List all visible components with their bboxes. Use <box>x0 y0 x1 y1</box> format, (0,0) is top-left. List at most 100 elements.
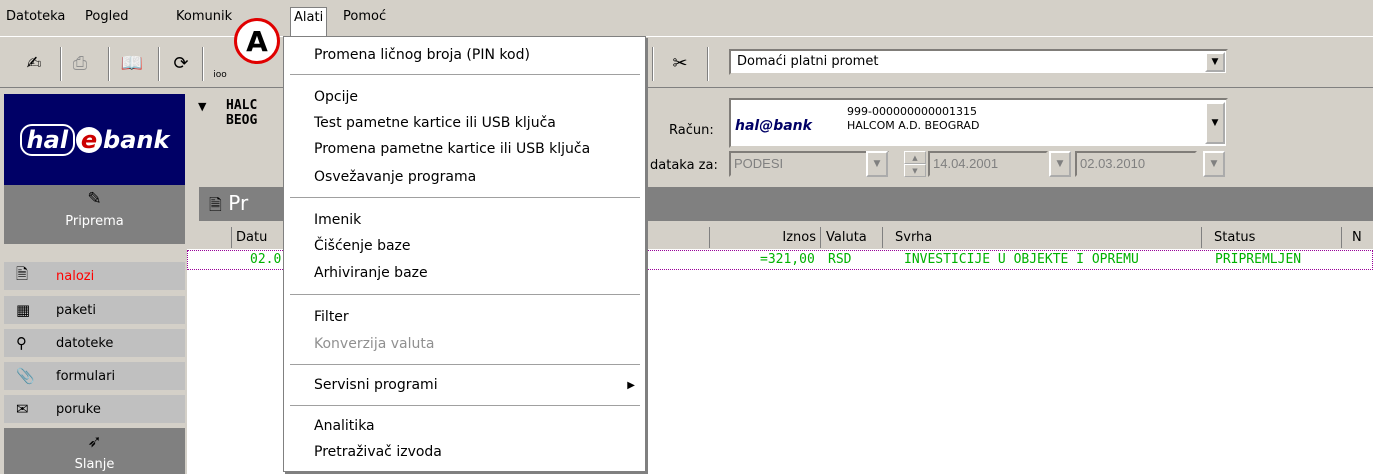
row-purpose: INVESTICIJE U OBJEKTE I OPREMU <box>904 252 1139 267</box>
search-icon: ⚲ <box>16 334 27 352</box>
organization-line1: HALC <box>226 98 258 113</box>
sidebar-item-label: nalozi <box>56 268 95 284</box>
sidebar-item-nalozi[interactable]: 🗎 nalozi <box>4 262 185 290</box>
sidebar-item-paketi[interactable]: ▦ paketi <box>4 296 185 324</box>
date-from-value: 14.04.2001 <box>933 156 999 171</box>
date-to-value: 02.03.2010 <box>1080 156 1146 171</box>
menu-item-analytics[interactable]: Analitika <box>314 418 375 434</box>
row-status: PRIPREMLJEN <box>1215 252 1302 267</box>
column-header-n[interactable]: N <box>1342 227 1373 248</box>
menu-separator <box>290 294 640 295</box>
submenu-arrow-icon: ▶ <box>627 380 635 391</box>
menu-item-currency-conversion: Konverzija valuta <box>314 336 435 352</box>
menu-separator <box>290 405 640 406</box>
menu-pomoc[interactable]: Pomoć <box>343 9 386 24</box>
column-header-empty[interactable] <box>191 227 232 248</box>
date-from-field[interactable]: 14.04.2001 <box>928 151 1048 177</box>
toolbar-separator <box>158 47 160 81</box>
menu-item-refresh-program[interactable]: Osvežavanje programa <box>314 169 476 185</box>
payment-type-value: Domaći platni promet <box>737 54 879 69</box>
toolbar-label-ioo[interactable]: ioo <box>206 59 234 91</box>
menu-item-directory[interactable]: Imenik <box>314 212 361 228</box>
account-select[interactable]: hal@bank 999-000000000001315 HALCOM A.D.… <box>729 98 1228 148</box>
sidebar-item-label: formulari <box>56 368 116 384</box>
menu-pogled[interactable]: Pogled <box>85 9 128 24</box>
menu-alati[interactable]: Alati <box>290 7 328 36</box>
logo-e: e <box>76 126 103 153</box>
halcom-logo: hal e bank <box>4 94 185 185</box>
menu-item-service-programs[interactable]: Servisni programi <box>314 377 438 393</box>
chevron-down-icon[interactable]: ▼ <box>1049 151 1071 177</box>
sidebar-section-label: Slanje <box>74 457 115 472</box>
menu-item-archive-db[interactable]: Arhiviranje baze <box>314 265 428 281</box>
column-header-purpose[interactable]: Svrha <box>883 227 1202 248</box>
chevron-down-icon[interactable]: ▼ <box>1205 102 1225 144</box>
sidebar-item-label: poruke <box>56 401 101 417</box>
chevron-down-icon[interactable]: ▼ <box>866 151 888 177</box>
sidebar-item-datoteke[interactable]: ⚲ datoteke <box>4 329 185 357</box>
organization-line2: BEOG <box>226 113 258 128</box>
account-label: Račun: <box>669 123 714 138</box>
sidebar-item-poruke[interactable]: ✉ poruke <box>4 395 185 423</box>
menu-komunikacija[interactable]: Komunik <box>176 9 232 24</box>
section-title-text: Pr <box>228 191 249 215</box>
menu-separator <box>290 364 640 365</box>
menu-datoteka[interactable]: Datoteka <box>6 9 65 24</box>
book-icon[interactable]: 📖 <box>118 47 146 79</box>
tools-icon[interactable]: ✂ <box>666 47 694 79</box>
organization-name: HALC BEOG <box>226 98 257 128</box>
menu-item-change-pin[interactable]: Promena ličnog broja (PIN kod) <box>314 47 530 63</box>
sidebar-section-priprema[interactable]: ✎ Priprema <box>4 185 185 244</box>
document-icon: 🗎 <box>16 264 29 283</box>
menu-item-change-card[interactable]: Promena pametne kartice ili USB ključa <box>314 141 590 157</box>
period-value: PODESI <box>734 156 784 171</box>
sidebar-section-slanje[interactable]: ➶ Slanje <box>4 428 185 474</box>
account-name: HALCOM A.D. BEOGRAD <box>847 119 980 132</box>
column-header-currency[interactable]: Valuta <box>821 227 883 248</box>
sign-icon[interactable]: ✍ <box>20 47 48 79</box>
chevron-down-icon[interactable]: ▼ <box>1205 52 1225 72</box>
print-icon[interactable]: ⎙ <box>66 47 94 79</box>
toolbar-separator <box>652 47 654 81</box>
toolbar-separator <box>202 47 204 81</box>
payment-type-select[interactable]: Domaći platni promet ▼ <box>729 49 1228 75</box>
spin-down-icon[interactable]: ▼ <box>904 164 926 177</box>
package-icon: ▦ <box>16 301 31 319</box>
toolbar-separator <box>60 47 62 81</box>
date-to-field[interactable]: 02.03.2010 <box>1075 151 1197 177</box>
section-title: 🗎 Pr <box>209 191 248 221</box>
period-select[interactable]: PODESI <box>729 151 889 177</box>
refresh-icon[interactable]: ⟳ <box>167 47 195 79</box>
tools-dropdown-menu: Promena ličnog broja (PIN kod) Opcije Te… <box>283 36 646 472</box>
menu-item-test-card[interactable]: Test pametne kartice ili USB ključa <box>314 115 556 131</box>
menu-item-statement-search[interactable]: Pretraživač izvoda <box>314 444 442 460</box>
paperclip-icon: 📎 <box>16 367 35 385</box>
send-icon: ➶ <box>87 432 102 452</box>
sidebar-item-label: paketi <box>56 302 96 318</box>
sidebar: hal e bank ✎ Priprema 🗎 nalozi ▦ paketi ⚲ … <box>4 94 185 474</box>
account-bank-logo: hal@bank <box>735 118 812 134</box>
document-icon: 🗎 <box>209 195 222 214</box>
column-header-amount[interactable]: Iznos <box>710 227 821 248</box>
account-number: 999-000000000001315 <box>847 105 977 118</box>
logo-hal: hal <box>19 123 76 156</box>
row-date: 02.0 <box>250 252 282 267</box>
menu-bar: Datoteka Pogled Komunik Alati Pomoć <box>0 0 1373 36</box>
sidebar-section-label: Priprema <box>65 214 124 229</box>
spin-up-icon[interactable]: ▲ <box>904 151 926 164</box>
toolbar-separator <box>707 47 709 81</box>
period-label: dataka za: <box>650 158 718 173</box>
menu-item-options[interactable]: Opcije <box>314 89 358 105</box>
edit-icon: ✎ <box>87 189 102 209</box>
toolbar: ✍ ⎙ 📖 ⟳ ioo ✂ Domaći platni promet ▼ <box>0 36 1373 88</box>
menu-item-filter[interactable]: Filter <box>314 309 349 325</box>
sidebar-item-formulari[interactable]: 📎 formulari <box>4 362 185 390</box>
chevron-down-icon[interactable]: ▼ <box>1203 151 1225 177</box>
logo-bank: bank <box>103 125 170 154</box>
period-spinner[interactable]: ▲ ▼ <box>904 151 926 177</box>
column-header-status[interactable]: Status <box>1202 227 1342 248</box>
row-currency: RSD <box>828 252 852 267</box>
toolbar-separator <box>108 47 110 81</box>
menu-item-clean-db[interactable]: Čišćenje baze <box>314 238 411 254</box>
collapse-triangle-icon[interactable]: ▼ <box>198 100 206 113</box>
